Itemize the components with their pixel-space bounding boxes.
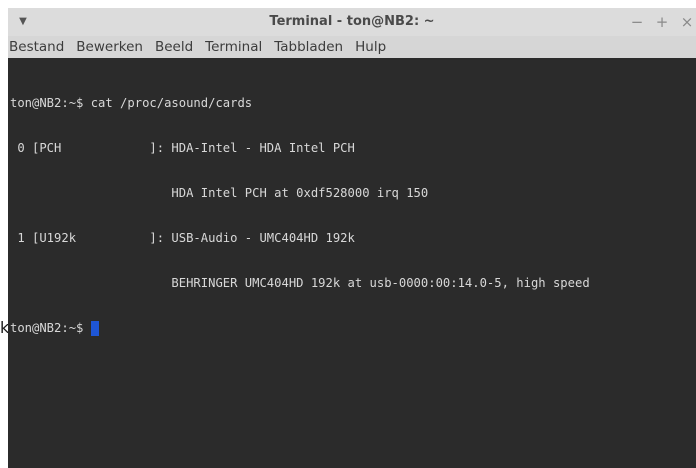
terminal-line: BEHRINGER UMC404HD 192k at usb-0000:00:1…: [10, 276, 590, 290]
menu-beeld[interactable]: Beeld: [150, 36, 198, 58]
minimize-button[interactable]: −: [628, 12, 646, 32]
title-bar[interactable]: ▼ Terminal - ton@NB2: ~ − + ×: [8, 8, 696, 36]
close-button[interactable]: ×: [678, 12, 696, 32]
prompt-line[interactable]: ton@NB2:~$: [10, 321, 590, 336]
terminal-line: 0 [PCH ]: HDA-Intel - HDA Intel PCH: [10, 141, 355, 155]
terminal-output: ton@NB2:~$ cat /proc/asound/cards 0 [PCH…: [10, 66, 590, 366]
shell-prompt: ton@NB2:~$: [10, 321, 91, 335]
terminal-area[interactable]: ton@NB2:~$ cat /proc/asound/cards 0 [PCH…: [8, 58, 696, 468]
window-title: Terminal - ton@NB2: ~: [269, 14, 435, 29]
menu-bewerken[interactable]: Bewerken: [71, 36, 148, 58]
menu-bar: Bestand Bewerken Beeld Terminal Tabblade…: [8, 36, 696, 58]
maximize-button[interactable]: +: [653, 12, 671, 32]
menu-terminal[interactable]: Terminal: [200, 36, 267, 58]
terminal-line: 1 [U192k ]: USB-Audio - UMC404HD 192k: [10, 231, 355, 245]
terminal-window: ▼ Terminal - ton@NB2: ~ − + × Bestand Be…: [8, 8, 696, 468]
window-menu-icon[interactable]: ▼: [14, 13, 32, 31]
background-window-text: k: [0, 318, 8, 337]
terminal-line: ton@NB2:~$ cat /proc/asound/cards: [10, 96, 253, 110]
text-cursor: [90, 321, 99, 336]
terminal-line: HDA Intel PCH at 0xdf528000 irq 150: [10, 186, 429, 200]
menu-bestand[interactable]: Bestand: [8, 36, 69, 58]
menu-hulp[interactable]: Hulp: [350, 36, 391, 58]
menu-tabbladen[interactable]: Tabbladen: [269, 36, 348, 58]
